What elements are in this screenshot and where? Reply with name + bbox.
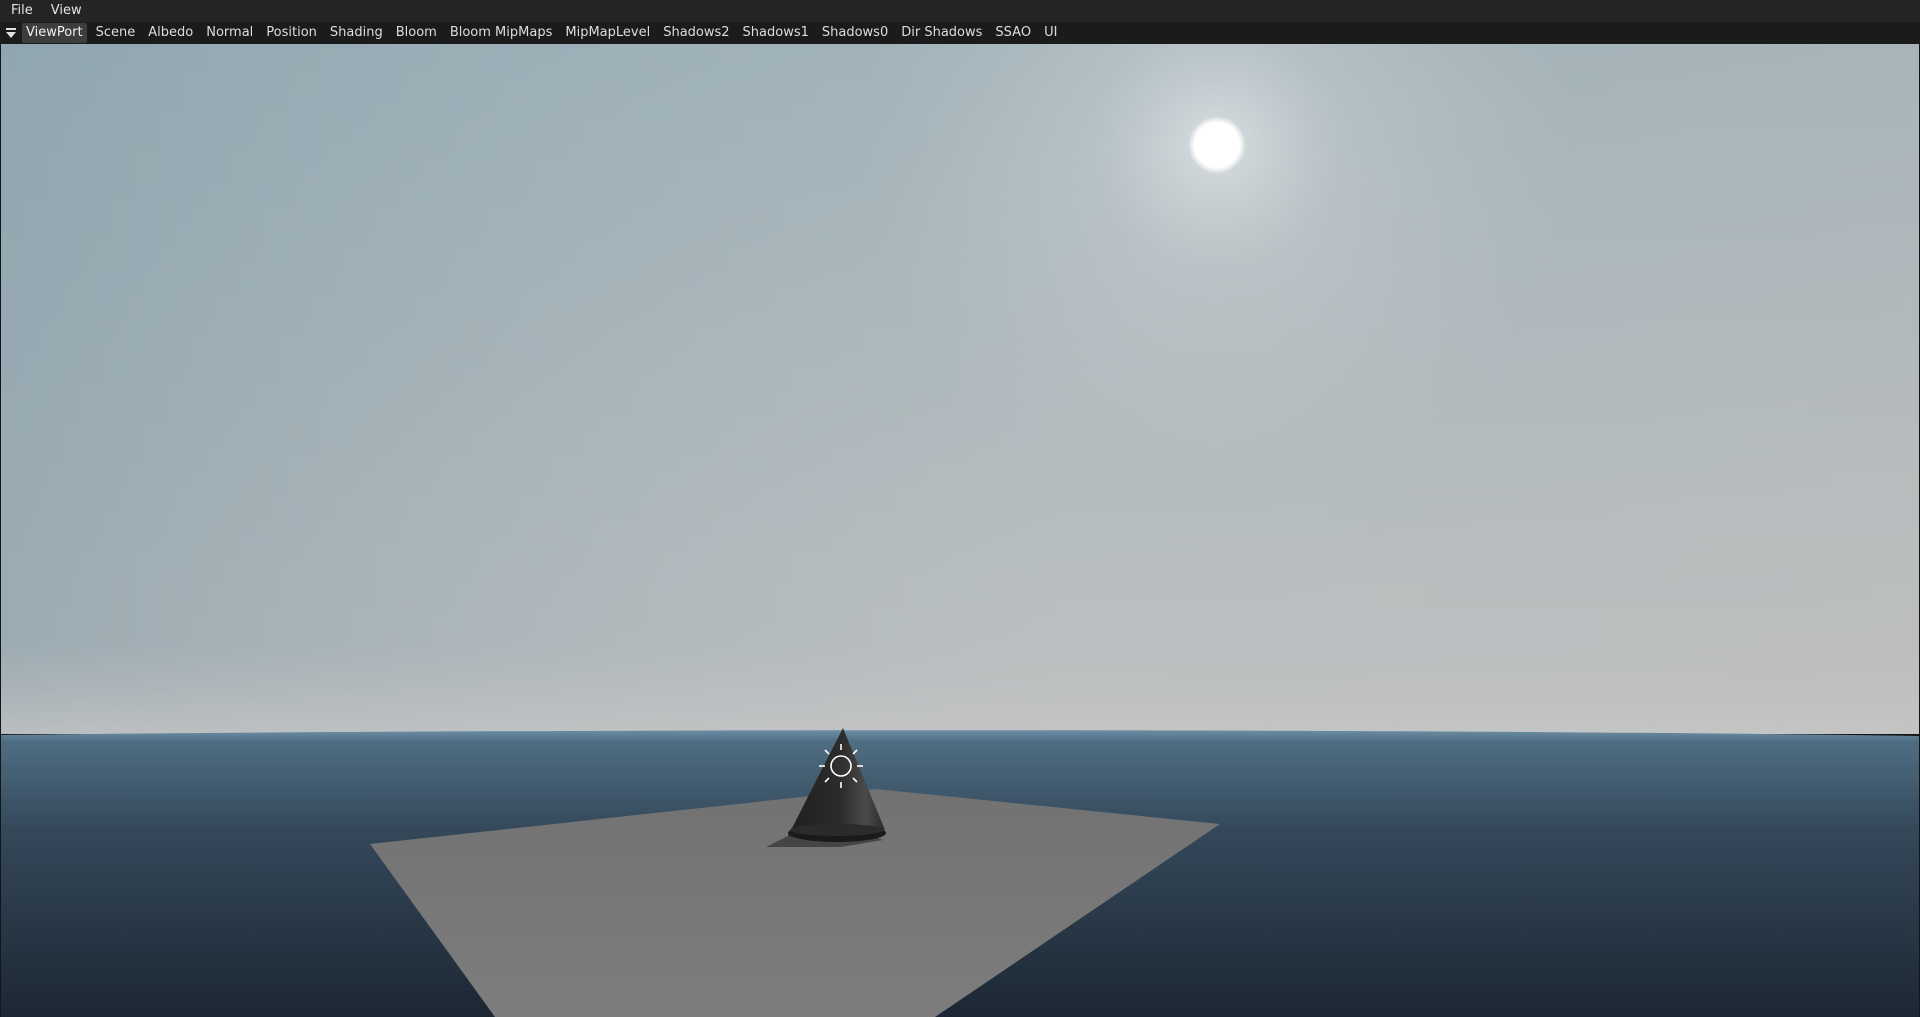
viewport-canvas[interactable] [1, 44, 1919, 1017]
tab-shading[interactable]: Shading [326, 23, 387, 43]
tab-bloom[interactable]: Bloom [392, 23, 441, 43]
tab-normal[interactable]: Normal [202, 23, 257, 43]
menu-view[interactable]: View [40, 0, 89, 22]
tab-shadows2[interactable]: Shadows2 [659, 23, 733, 43]
triangle-down-icon[interactable] [0, 22, 22, 44]
tab-viewport[interactable]: ViewPort [22, 23, 87, 43]
tab-bar: ViewPort Scene Albedo Normal Position Sh… [0, 22, 1920, 45]
tab-ssao[interactable]: SSAO [991, 23, 1035, 43]
tab-scene[interactable]: Scene [92, 23, 140, 43]
tab-dir-shadows[interactable]: Dir Shadows [897, 23, 986, 43]
tab-albedo[interactable]: Albedo [144, 23, 197, 43]
menu-bar: File View [0, 0, 1920, 22]
scene-render [1, 44, 1919, 1017]
tab-mipmaplevel[interactable]: MipMapLevel [561, 23, 654, 43]
tab-position[interactable]: Position [262, 23, 321, 43]
tab-ui[interactable]: UI [1040, 23, 1061, 43]
tab-shadows0[interactable]: Shadows0 [818, 23, 892, 43]
tab-bloom-mipmaps[interactable]: Bloom MipMaps [446, 23, 557, 43]
menu-file[interactable]: File [0, 0, 40, 22]
tab-shadows1[interactable]: Shadows1 [739, 23, 813, 43]
sun [1189, 117, 1245, 173]
